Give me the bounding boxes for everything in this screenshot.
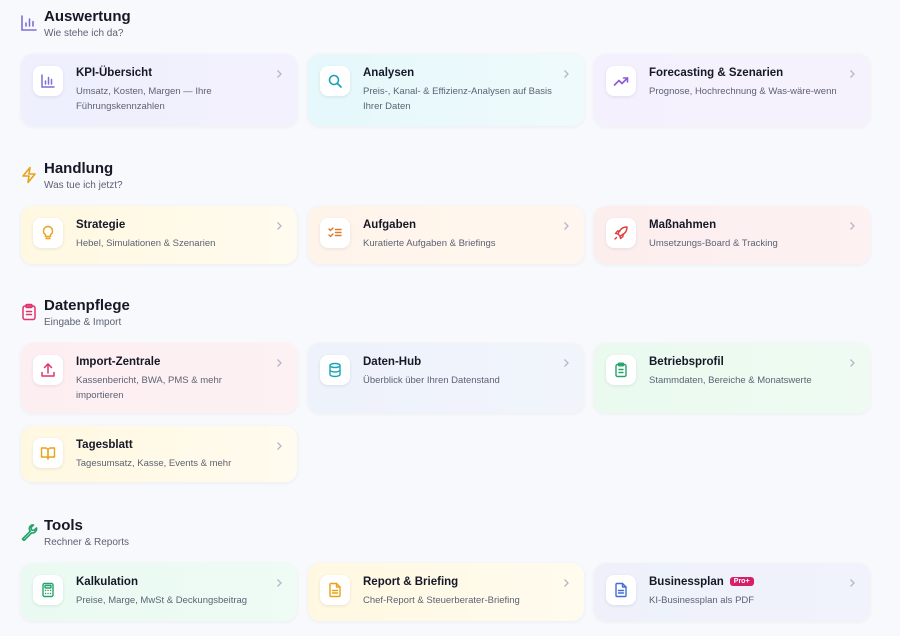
- lightning-icon: [22, 166, 36, 184]
- card-description: Prognose, Hochrechnung & Was-wäre-wenn: [649, 86, 837, 97]
- card-daten-hub[interactable]: Daten-Hub Überblick über Ihren Datenstan…: [308, 343, 584, 413]
- card-businessplan[interactable]: Businessplan Pro+ KI-Businessplan als PDF: [594, 563, 870, 621]
- card-description: Preise, Marge, MwSt & Deckungsbeitrag: [76, 595, 248, 606]
- clipboard-list-icon: [615, 362, 627, 378]
- card-report-briefing[interactable]: Report & Briefing Chef-Report & Steuerbe…: [308, 563, 584, 621]
- card-title: Maßnahmen: [649, 219, 717, 231]
- card-title: Report & Briefing: [363, 576, 459, 588]
- card-description: Chef-Report & Steuerberater-Briefing: [363, 595, 520, 606]
- section-title: Datenpflege: [44, 297, 130, 314]
- database-icon: [329, 362, 341, 378]
- card-title: Strategie: [76, 219, 126, 231]
- section-subtitle: Rechner & Reports: [44, 537, 130, 548]
- chevron-right-icon: [277, 222, 282, 230]
- chevron-right-icon: [277, 579, 282, 587]
- card-title: Aufgaben: [363, 219, 417, 231]
- document-icon: [615, 582, 627, 598]
- card-description: Kassenbericht, BWA, PMS & mehr importier…: [76, 375, 222, 401]
- card-description: Hebel, Simulationen & Szenarien: [76, 238, 216, 249]
- section-subtitle: Eingabe & Import: [44, 317, 122, 328]
- chevron-right-icon: [277, 70, 282, 78]
- chevron-right-icon: [564, 359, 569, 367]
- card-title: Tagesblatt: [76, 439, 133, 451]
- section-title: Handlung: [44, 160, 114, 177]
- card-title: Daten-Hub: [363, 356, 422, 368]
- card-aufgaben[interactable]: Aufgaben Kuratierte Aufgaben & Briefings: [308, 206, 584, 264]
- chevron-right-icon: [850, 70, 855, 78]
- card-title-text: Businessplan: [649, 576, 724, 588]
- chevron-right-icon: [564, 70, 569, 78]
- book-open-icon: [40, 447, 56, 460]
- trending-up-icon: [613, 77, 629, 86]
- chevron-right-icon: [564, 222, 569, 230]
- card-betriebsprofil[interactable]: Betriebsprofil Stammdaten, Bereiche & Mo…: [594, 343, 870, 413]
- clipboard-icon: [22, 303, 36, 321]
- chevron-right-icon: [564, 579, 569, 587]
- card-analysen[interactable]: Analysen Preis-, Kanal- & Effizienz-Anal…: [308, 54, 584, 126]
- card-description: Stammdaten, Bereiche & Monatswerte: [649, 375, 812, 386]
- card-description: KI-Businessplan als PDF: [649, 595, 755, 606]
- section-subtitle: Wie stehe ich da?: [44, 28, 124, 39]
- section-title: Auswertung: [44, 8, 131, 25]
- upload-icon: [41, 363, 55, 377]
- wrench-icon: [21, 524, 38, 541]
- bar-chart-icon: [21, 15, 37, 31]
- card-title: Businessplan Pro+: [649, 576, 754, 588]
- card-import-zentrale[interactable]: Import-Zentrale Kassenbericht, BWA, PMS …: [21, 343, 297, 413]
- card-title: Kalkulation: [76, 576, 138, 588]
- card-description: Umsetzungs-Board & Tracking: [649, 238, 778, 249]
- card-title: KPI-Übersicht: [76, 67, 153, 79]
- card-description: Tagesumsatz, Kasse, Events & mehr: [76, 458, 232, 469]
- card-forecasting[interactable]: Forecasting & Szenarien Prognose, Hochre…: [594, 54, 870, 126]
- rocket-icon: [614, 226, 628, 240]
- search-icon: [328, 74, 342, 88]
- card-kpi-uebersicht[interactable]: KPI-Übersicht Umsatz, Kosten, Margen — I…: [21, 54, 297, 126]
- chevron-right-icon: [277, 359, 282, 367]
- chevron-right-icon: [850, 579, 855, 587]
- chevron-right-icon: [277, 442, 282, 450]
- card-title: Analysen: [363, 67, 415, 79]
- card-title: Betriebsprofil: [649, 356, 724, 368]
- pro-plus-badge: Pro+: [729, 577, 754, 586]
- section-title: Tools: [44, 517, 83, 534]
- card-description: Preis-, Kanal- & Effizienz-Analysen auf …: [363, 86, 552, 112]
- checklist-icon: [328, 227, 342, 238]
- card-title: Forecasting & Szenarien: [649, 67, 784, 79]
- bar-chart-icon: [41, 74, 55, 88]
- file-text-icon: [329, 582, 341, 598]
- card-description: Umsatz, Kosten, Margen — Ihre Führungske…: [76, 86, 212, 112]
- card-massnahmen[interactable]: Maßnahmen Umsetzungs-Board & Tracking: [594, 206, 870, 264]
- card-kalkulation[interactable]: Kalkulation Preise, Marge, MwSt & Deckun…: [21, 563, 297, 621]
- chevron-right-icon: [850, 222, 855, 230]
- chevron-right-icon: [850, 359, 855, 367]
- card-tagesblatt[interactable]: Tagesblatt Tagesumsatz, Kasse, Events & …: [21, 426, 297, 482]
- card-strategie[interactable]: Strategie Hebel, Simulationen & Szenarie…: [21, 206, 297, 264]
- section-subtitle: Was tue ich jetzt?: [44, 180, 123, 191]
- card-description: Überblick über Ihren Datenstand: [363, 375, 500, 386]
- calculator-icon: [42, 582, 54, 598]
- card-title: Import-Zentrale: [76, 356, 161, 368]
- card-description: Kuratierte Aufgaben & Briefings: [363, 238, 496, 249]
- lightbulb-icon: [42, 225, 54, 240]
